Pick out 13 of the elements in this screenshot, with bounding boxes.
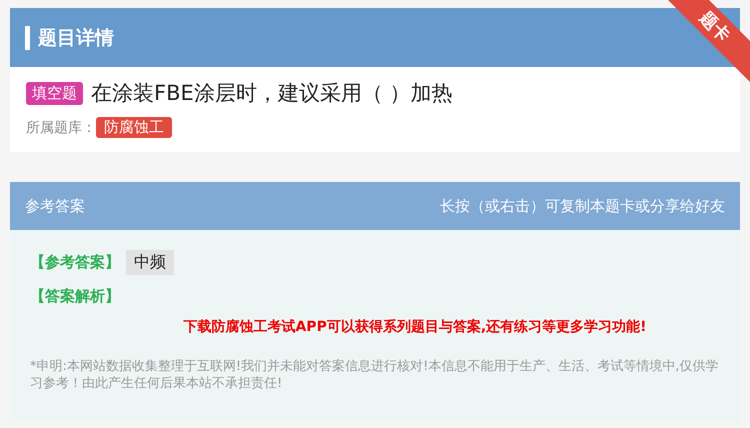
disclaimer-text: *申明:本网站数据收集整理于互联网!我们并未能对答案信息进行核对!本信息不能用于生产、生活、考试等情境中,仅供学习参考！由此产生任何后果本站不承担责任! <box>30 358 720 392</box>
question-text: 在涂装FBE涂层时，建议采用（ ）加热 <box>91 80 452 107</box>
share-hint: 长按（或右击）可复制本题卡或分享给好友 <box>440 196 725 216</box>
promo-text: 下载防腐蚀工考试APP可以获得系列题目与答案,还有练习等更多学习功能! <box>182 318 648 336</box>
question-type-tag: 填空题 <box>26 82 83 104</box>
page-title: 题目详情 <box>38 26 114 50</box>
bank-tag[interactable]: 防腐蚀工 <box>96 117 172 138</box>
analysis-label: 【答案解析】 <box>30 287 121 306</box>
answer-text: 中频 <box>126 250 174 275</box>
title-marker <box>25 26 30 50</box>
bank-label: 所属题库： <box>26 118 96 136</box>
answer-label: 【参考答案】 <box>30 253 120 272</box>
answer-title: 参考答案 <box>25 196 85 216</box>
